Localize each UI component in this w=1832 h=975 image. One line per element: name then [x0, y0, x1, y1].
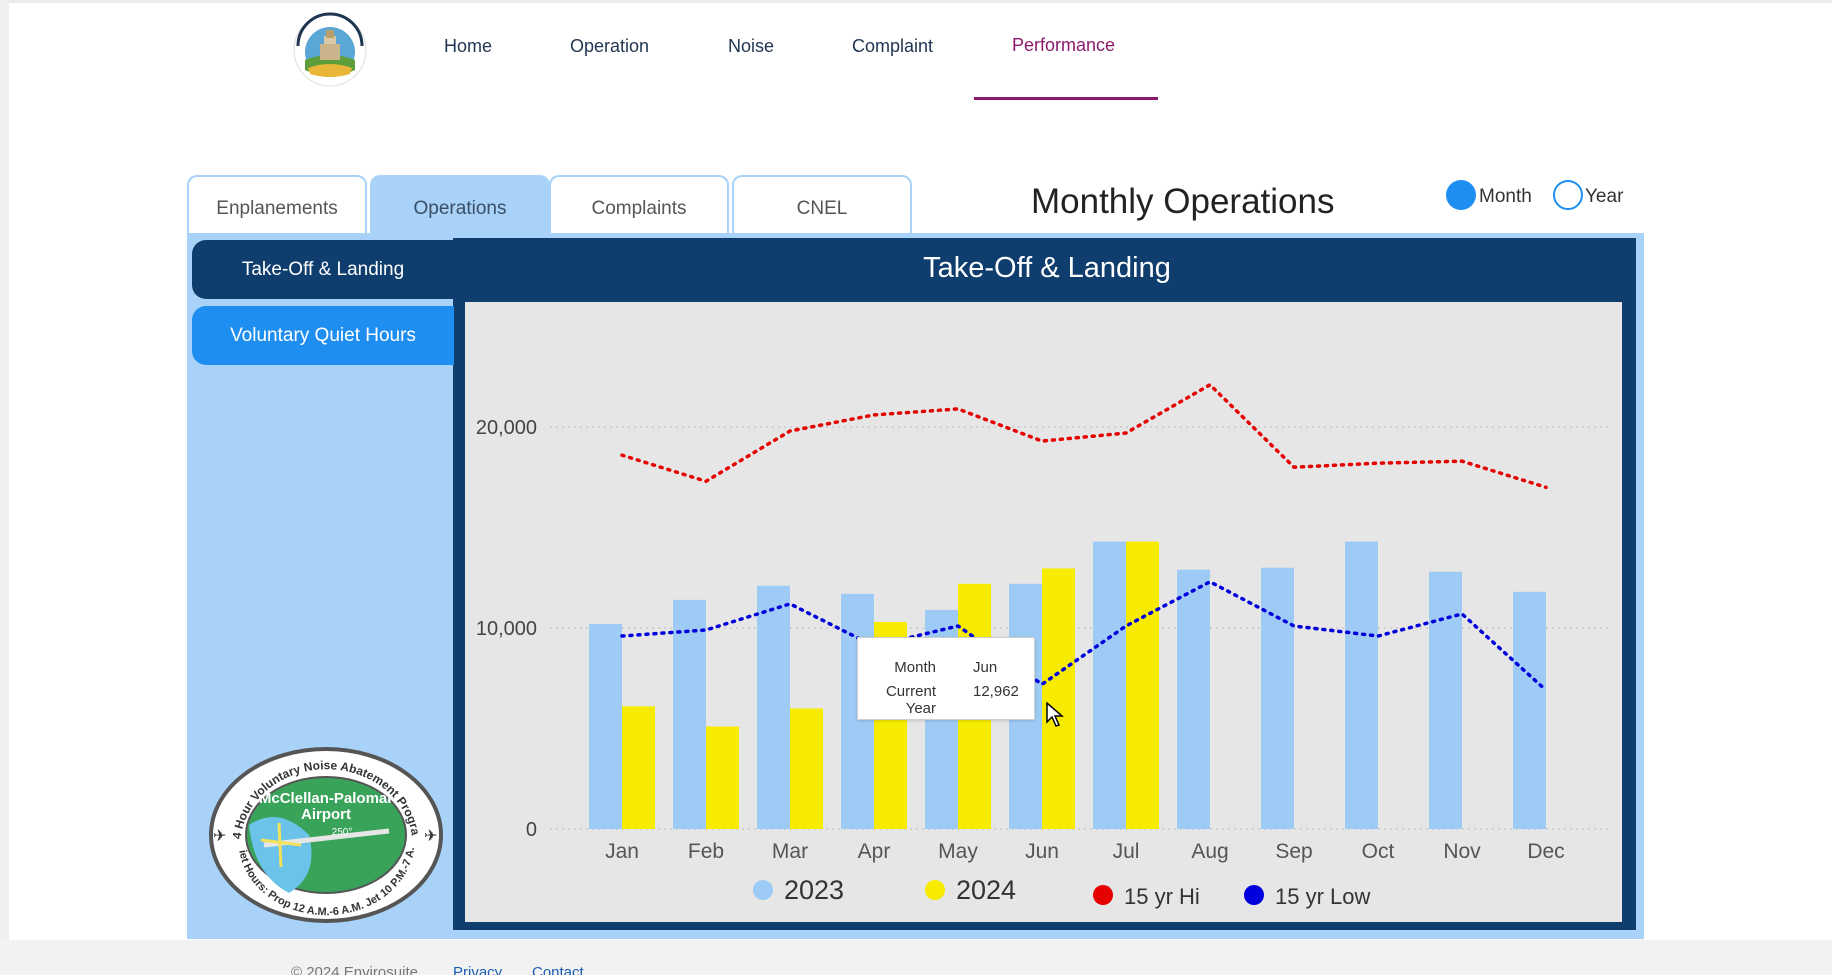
- legend-label: 2024: [956, 875, 1016, 905]
- bar-2023: [1261, 567, 1294, 829]
- footer-privacy-link[interactable]: Privacy: [453, 964, 502, 975]
- tooltip-value-current-year: 12,962: [973, 683, 1019, 700]
- bar-2023: [757, 585, 790, 829]
- bar-2024: [706, 726, 739, 829]
- bar-2024: [1126, 541, 1159, 829]
- bar-2023: [1513, 591, 1546, 829]
- bar-2024: [622, 706, 655, 829]
- mouse-cursor-icon: [1046, 702, 1064, 727]
- legend-swatch: [1244, 885, 1264, 905]
- x-tick-label: Apr: [858, 840, 891, 863]
- footer-contact-link[interactable]: Contact: [532, 964, 584, 975]
- footer-copyright: © 2024 Envirosuite: [291, 964, 418, 975]
- tooltip-label-month: Month: [894, 659, 936, 676]
- footer: [0, 940, 1832, 975]
- bar-2023: [1177, 569, 1210, 829]
- legend-swatch: [925, 880, 945, 900]
- bar-2023: [673, 599, 706, 829]
- bar-2023: [1345, 541, 1378, 829]
- bar-2023: [589, 623, 622, 829]
- legend-label: 15 yr Hi: [1124, 884, 1200, 909]
- operations-chart: 0 10,000 20,000 Jan Feb Mar Apr May Jun Jul Aug Sep…: [476, 382, 1612, 909]
- y-tick-label: 20,000: [476, 417, 537, 439]
- x-tick-label: May: [938, 840, 978, 863]
- legend-label: 2023: [784, 875, 844, 905]
- x-tick-label: Sep: [1275, 840, 1312, 863]
- x-tick-label: Oct: [1362, 840, 1395, 863]
- x-tick-label: Nov: [1443, 840, 1481, 863]
- tooltip-value-month: Jun: [973, 659, 998, 676]
- bar-2023: [1429, 571, 1462, 829]
- x-tick-label: Jun: [1025, 840, 1059, 863]
- x-tick-label: Jul: [1113, 840, 1140, 863]
- x-tick-label: Dec: [1527, 840, 1564, 863]
- y-tick-label: 0: [526, 819, 537, 841]
- series-line-15yr-hi: [620, 382, 1548, 490]
- bar-2024: [1042, 568, 1075, 829]
- bar-2024: [790, 708, 823, 829]
- chart-tooltip: Month Jun Current Year 12,962: [857, 637, 1035, 720]
- y-tick-label: 10,000: [476, 618, 537, 640]
- bar-2023: [1093, 541, 1126, 829]
- tooltip-label-current-year: Current Year: [885, 683, 936, 717]
- legend-swatch: [1093, 885, 1113, 905]
- legend-label: 15 yr Low: [1275, 884, 1370, 909]
- x-tick-label: Aug: [1191, 840, 1228, 863]
- x-tick-label: Feb: [688, 840, 724, 863]
- x-tick-label: Jan: [605, 840, 639, 863]
- x-tick-label: Mar: [772, 840, 808, 863]
- legend-swatch: [753, 880, 773, 900]
